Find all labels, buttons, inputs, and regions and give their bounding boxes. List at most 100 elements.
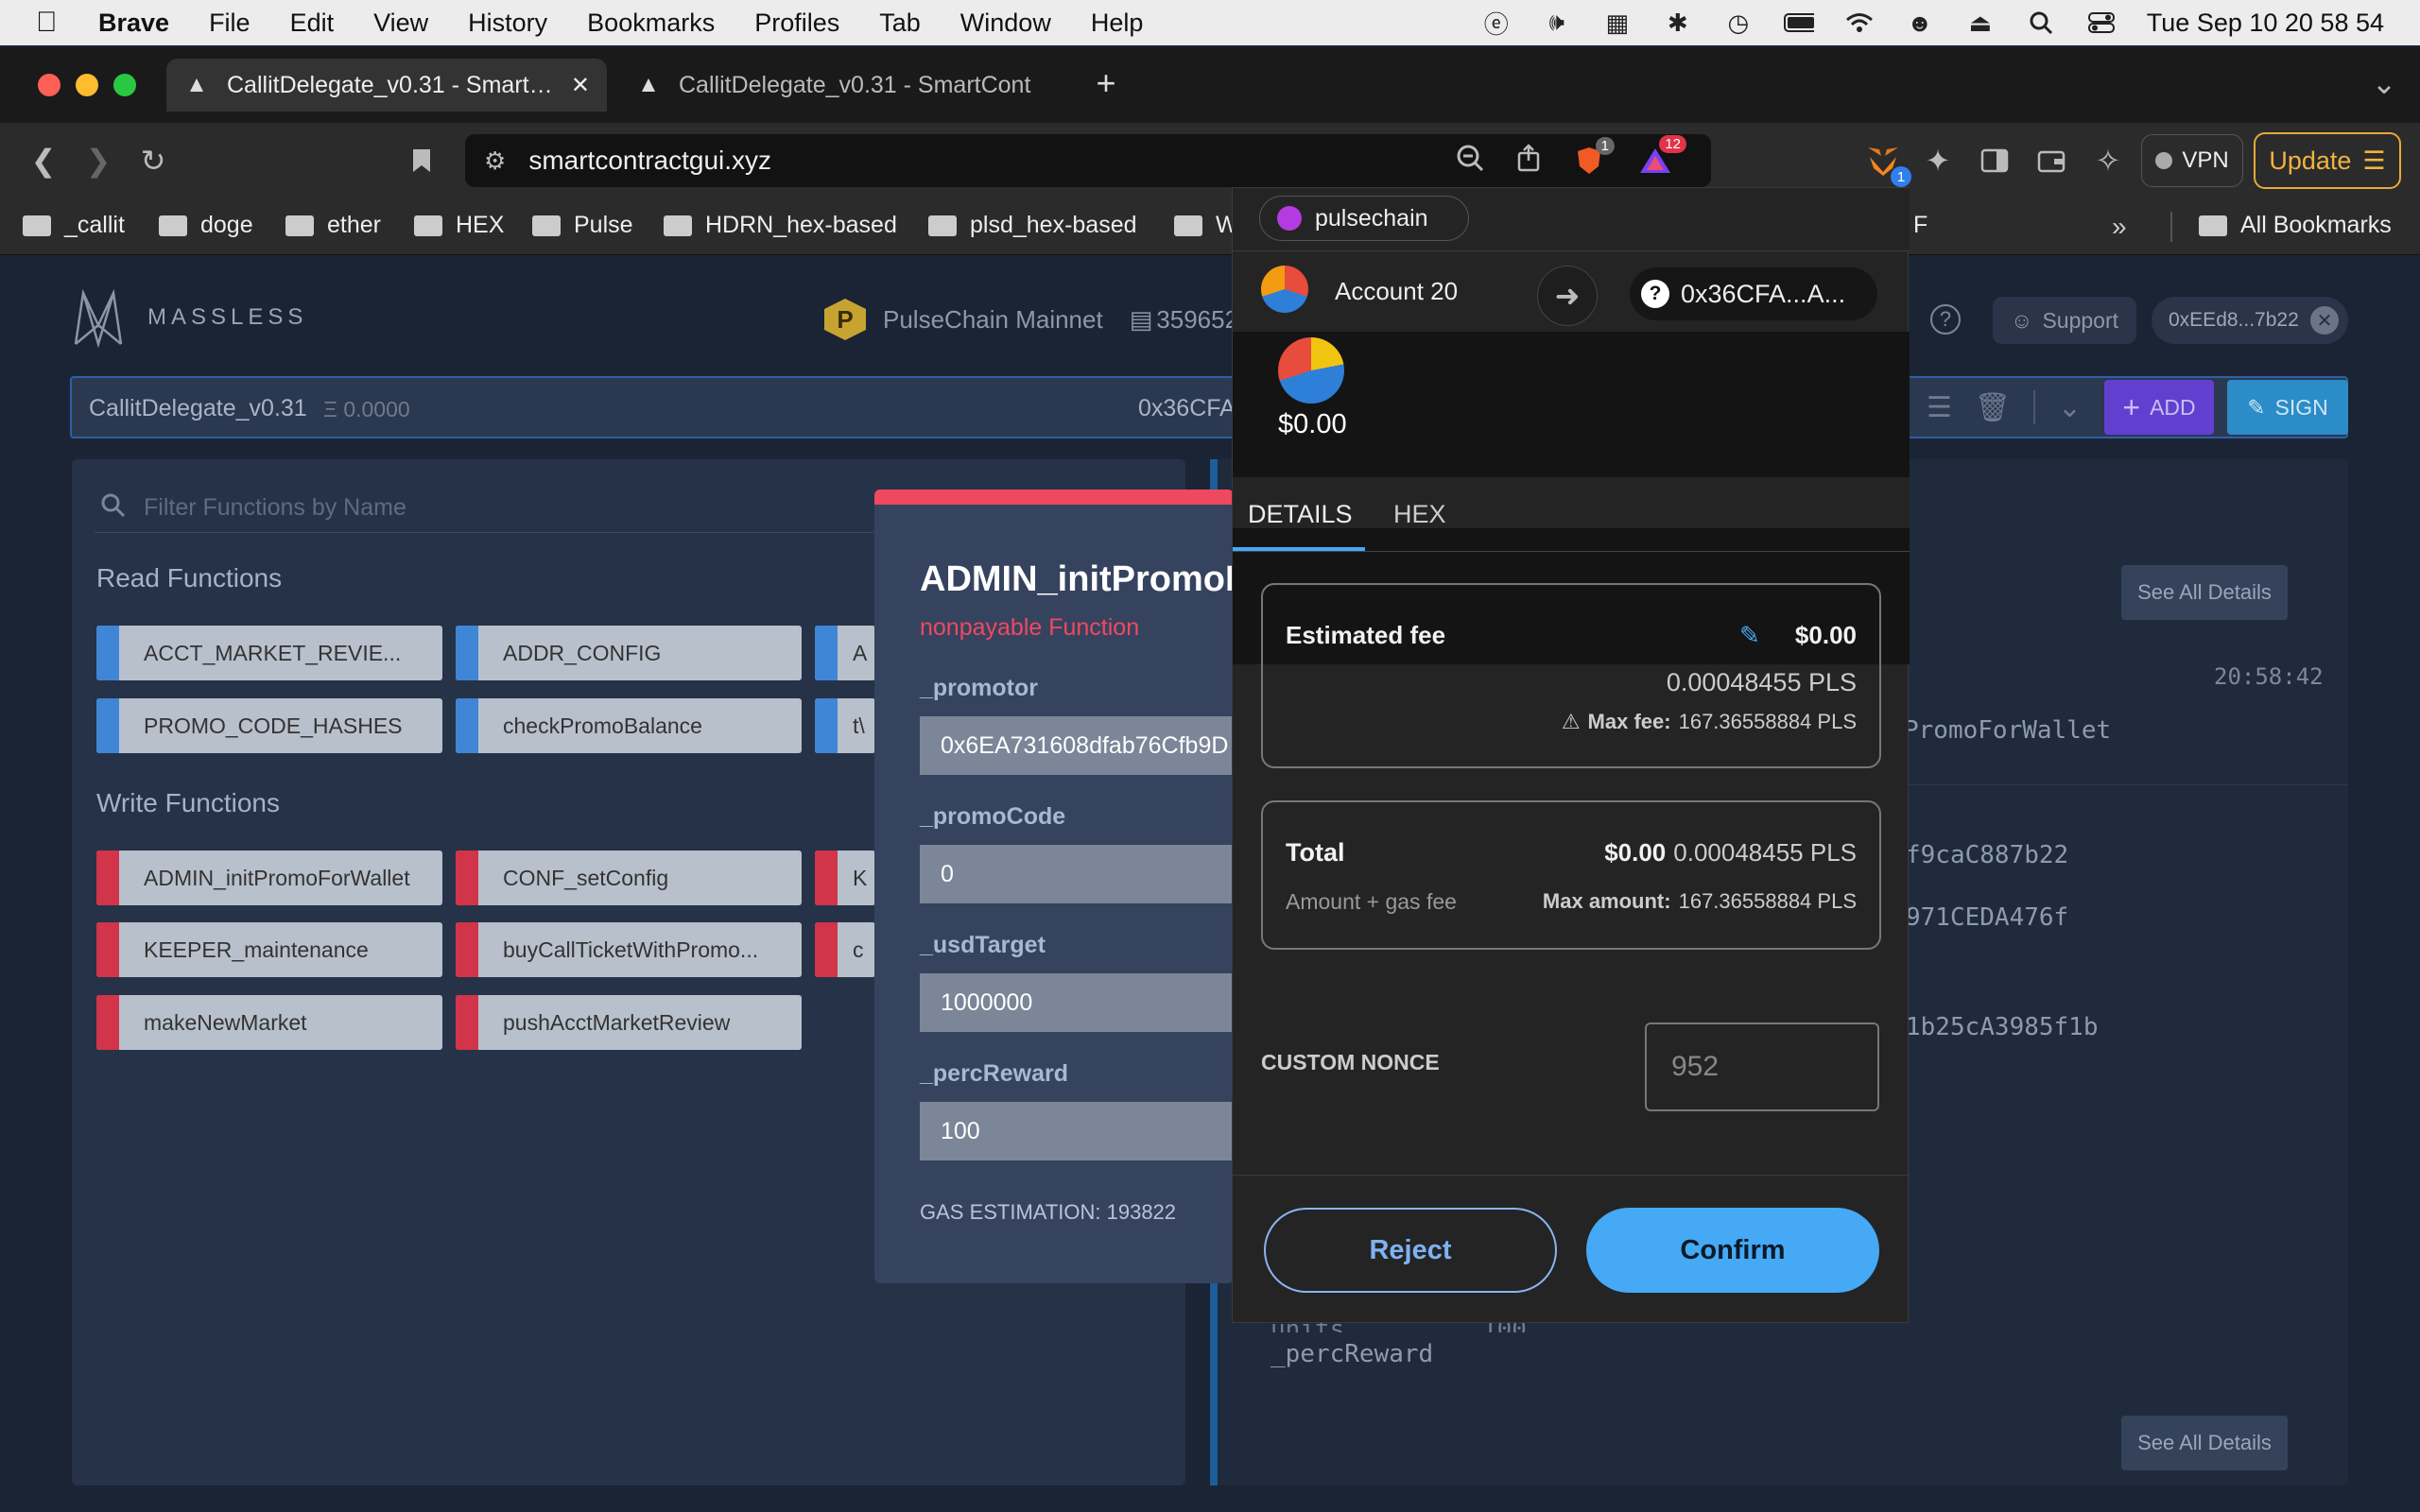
write-function-button[interactable]: ADMIN_initPromoForWallet: [96, 850, 442, 905]
network-pill[interactable]: pulsechain: [1259, 196, 1469, 241]
battery-icon[interactable]: [1783, 9, 1814, 36]
bookmarks-overflow-button[interactable]: »: [2112, 212, 2127, 242]
menu-edit[interactable]: Edit: [290, 9, 335, 38]
volume-icon[interactable]: 🕪: [1542, 8, 1572, 36]
tab-hex[interactable]: HEX: [1393, 500, 1446, 529]
accessibility-icon[interactable]: ⓔ: [1481, 9, 1512, 39]
read-function-button[interactable]: ACCT_MARKET_REVIE...: [96, 626, 442, 680]
list-icon[interactable]: ☰: [1927, 391, 1952, 424]
edit-fee-icon[interactable]: ✎: [1739, 621, 1760, 650]
write-function-button[interactable]: CONF_setConfig: [456, 850, 802, 905]
support-button[interactable]: ☺ Support: [1993, 297, 2136, 344]
chevron-down-icon[interactable]: ⌄: [2058, 391, 2082, 424]
menu-app-name[interactable]: Brave: [98, 9, 169, 38]
reload-icon[interactable]: ↻: [134, 142, 172, 180]
all-bookmarks-button[interactable]: All Bookmarks: [2199, 212, 2392, 239]
extensions-puzzle-icon[interactable]: ✦: [1919, 142, 1957, 180]
bookmark-folder[interactable]: HDRN_hex-based: [664, 212, 897, 239]
control-center-icon[interactable]: [2086, 9, 2117, 36]
vpn-button[interactable]: VPN: [2141, 134, 2243, 187]
menu-help[interactable]: Help: [1091, 9, 1144, 38]
sign-button[interactable]: ✎ SIGN: [2227, 380, 2348, 435]
write-function-button[interactable]: buyCallTicketWithPromo...: [456, 922, 802, 977]
address-bar[interactable]: ⚙ smartcontractgui.xyz 1 12: [465, 134, 1711, 187]
forward-icon[interactable]: ❯: [79, 142, 117, 180]
bluetooth-icon[interactable]: ✱: [1663, 9, 1693, 37]
read-function-button[interactable]: A: [815, 626, 875, 680]
tab-details[interactable]: DETAILS: [1248, 500, 1353, 529]
confirm-button[interactable]: Confirm: [1586, 1208, 1879, 1293]
spotlight-icon[interactable]: [2026, 9, 2056, 36]
bookmark-folder[interactable]: doge: [159, 212, 253, 239]
bookmark-icon[interactable]: [403, 142, 441, 180]
help-icon[interactable]: ?: [1930, 304, 1961, 335]
menu-profiles[interactable]: Profiles: [754, 9, 839, 38]
see-all-details-button[interactable]: See All Details: [2121, 565, 2288, 620]
account-name[interactable]: Account 20: [1335, 277, 1458, 306]
reject-button[interactable]: Reject: [1264, 1208, 1557, 1293]
promotor-input[interactable]: 0x6EA731608dfab76Cfb9D: [920, 716, 1234, 775]
eject-icon[interactable]: ⏏: [1965, 9, 1996, 37]
menu-window[interactable]: Window: [960, 9, 1051, 38]
wallet-extension-icon[interactable]: 1: [1862, 140, 1911, 187]
massless-logo[interactable]: MASSLESS: [72, 287, 307, 348]
bookmark-folder[interactable]: plsd_hex-based: [928, 212, 1137, 239]
promo-code-input[interactable]: 0: [920, 845, 1234, 903]
zoom-out-icon[interactable]: [1456, 144, 1484, 179]
bookmark-folder[interactable]: W: [1174, 212, 1238, 239]
tab-list-chevron-icon[interactable]: ⌄: [2367, 66, 2401, 100]
bookmark-folder-partial[interactable]: F: [1913, 212, 1927, 239]
close-window-button[interactable]: [38, 74, 60, 96]
minimize-window-button[interactable]: [76, 74, 98, 96]
back-icon[interactable]: ❮: [25, 142, 62, 180]
menu-history[interactable]: History: [468, 9, 547, 38]
read-function-button[interactable]: checkPromoBalance: [456, 698, 802, 753]
write-function-button[interactable]: K: [815, 850, 875, 905]
see-all-details-button[interactable]: See All Details: [2121, 1416, 2288, 1470]
perc-reward-input[interactable]: 100: [920, 1102, 1234, 1160]
bookmark-folder[interactable]: Pulse: [532, 212, 633, 239]
recipient-address-chip[interactable]: ? 0x36CFA...A...: [1630, 267, 1877, 320]
time-machine-icon[interactable]: ◷: [1723, 9, 1754, 37]
site-settings-icon[interactable]: ⚙: [484, 146, 506, 176]
new-tab-button[interactable]: +: [1085, 62, 1127, 104]
user-icon[interactable]: ☻: [1905, 9, 1935, 37]
read-function-button[interactable]: PROMO_CODE_HASHES: [96, 698, 442, 753]
menu-file[interactable]: File: [209, 9, 251, 38]
bookmark-folder[interactable]: ether: [285, 212, 381, 239]
menu-bookmarks[interactable]: Bookmarks: [587, 9, 715, 38]
menu-tab[interactable]: Tab: [879, 9, 921, 38]
display-icon[interactable]: ▦: [1602, 9, 1633, 37]
bookmark-folder[interactable]: _callit: [23, 212, 125, 239]
disconnect-icon[interactable]: ✕: [2310, 306, 2339, 335]
write-function-button[interactable]: KEEPER_maintenance: [96, 922, 442, 977]
trash-icon[interactable]: 🗑: [1975, 391, 2011, 424]
brave-shields-icon[interactable]: 1: [1573, 137, 1615, 177]
tab-active[interactable]: ▲ CallitDelegate_v0.31 - Smart… ✕: [166, 59, 607, 112]
bookmark-folder[interactable]: HEX: [414, 212, 504, 239]
read-function-button[interactable]: t\: [815, 698, 875, 753]
sidebar-icon[interactable]: [1976, 142, 2014, 180]
brave-rewards-icon[interactable]: 12: [1637, 135, 1686, 177]
wifi-icon[interactable]: [1844, 9, 1875, 36]
url-text[interactable]: smartcontractgui.xyz: [528, 146, 771, 176]
apple-icon[interactable]: : [36, 7, 74, 39]
network-indicator[interactable]: P PulseChain Mainnet ▤ 359652: [824, 299, 1238, 340]
share-icon[interactable]: [1516, 143, 1541, 179]
read-function-button[interactable]: ADDR_CONFIG: [456, 626, 802, 680]
usd-target-input[interactable]: 1000000: [920, 973, 1234, 1032]
write-function-button[interactable]: pushAcctMarketReview: [456, 995, 802, 1050]
tab-inactive[interactable]: ▲ CallitDelegate_v0.31 - SmartCont: [618, 59, 1064, 112]
zoom-window-button[interactable]: [113, 74, 136, 96]
custom-nonce-input[interactable]: 952: [1645, 1022, 1879, 1111]
menubar-clock[interactable]: Tue Sep 10 20 58 54: [2147, 9, 2384, 38]
add-contract-button[interactable]: + ADD: [2104, 380, 2214, 435]
menu-view[interactable]: View: [373, 9, 428, 38]
leo-ai-icon[interactable]: ✧: [2089, 142, 2127, 180]
tab-close-icon[interactable]: ✕: [571, 72, 590, 99]
update-button[interactable]: Update ☰: [2254, 132, 2401, 189]
write-function-button[interactable]: makeNewMarket: [96, 995, 442, 1050]
connected-account-chip[interactable]: 0xEEd8...7b22 ✕: [2152, 297, 2348, 344]
wallet-icon[interactable]: [2032, 142, 2070, 180]
write-function-button[interactable]: c: [815, 922, 875, 977]
